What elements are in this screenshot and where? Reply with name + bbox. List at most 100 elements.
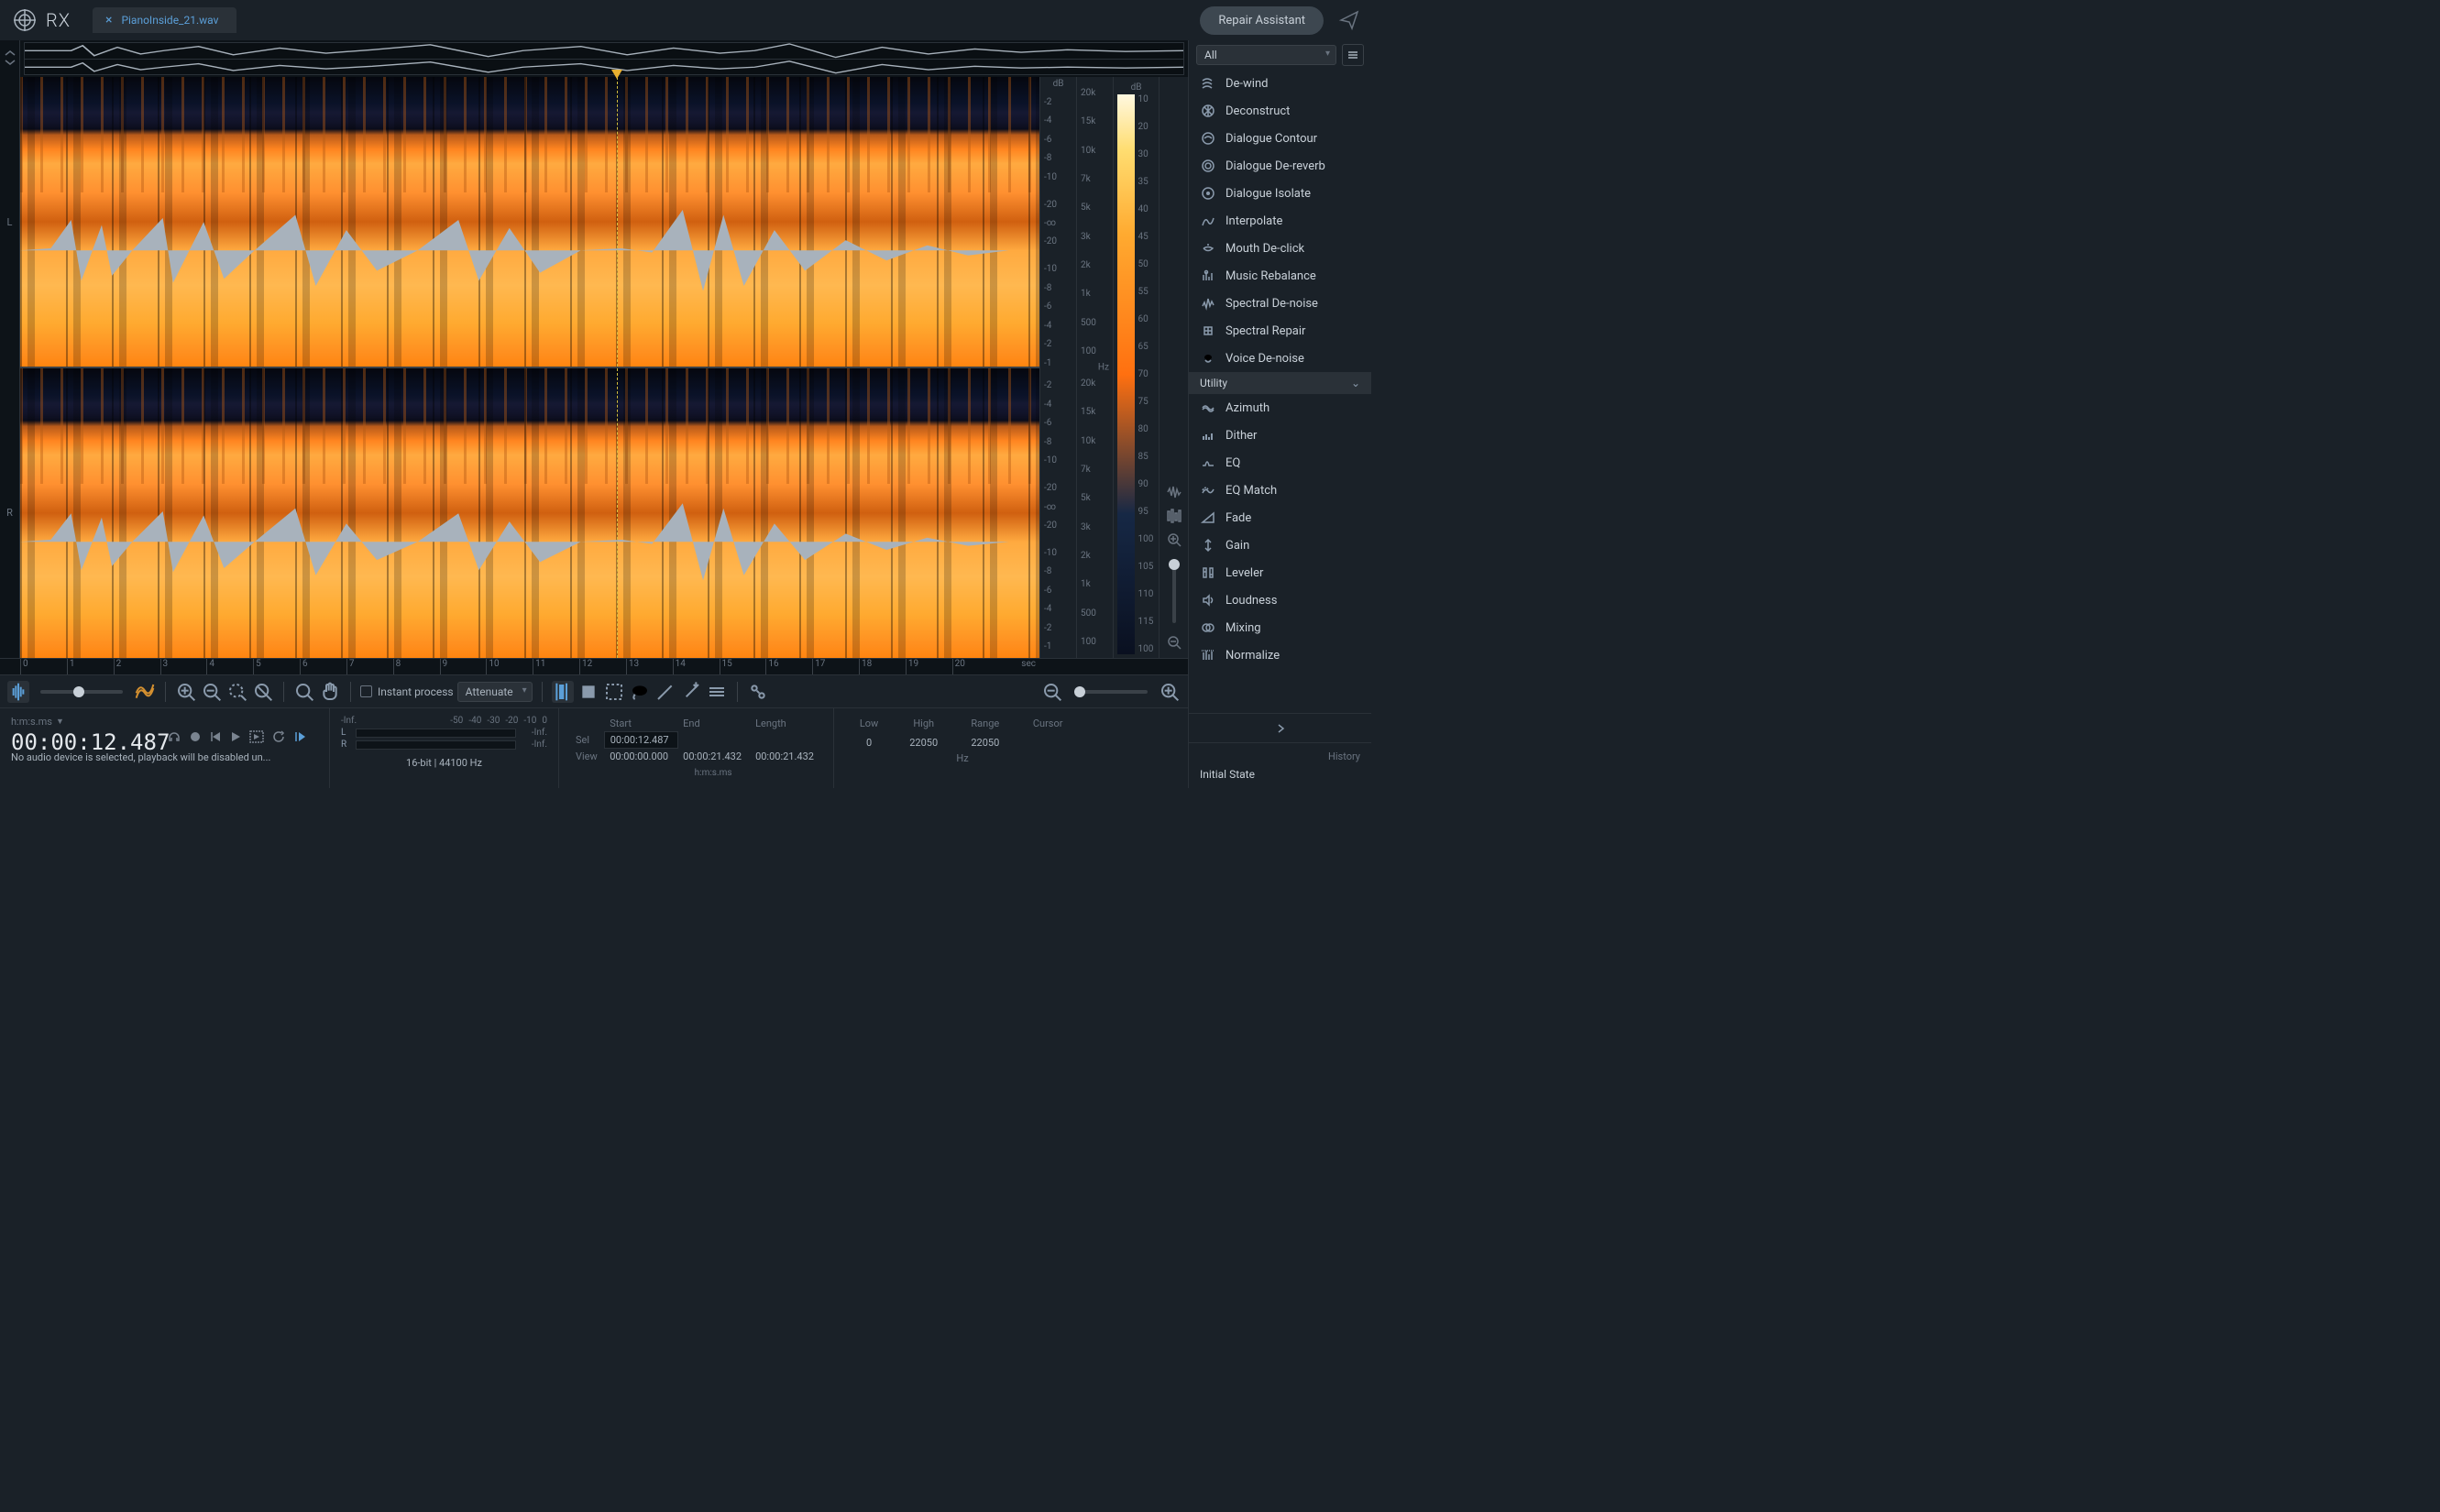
spectrogram-opacity-icon[interactable] xyxy=(134,681,156,703)
zoom-in-icon[interactable] xyxy=(175,681,197,703)
module-item-interpolate[interactable]: Interpolate xyxy=(1189,207,1371,235)
hz-zoom-out-icon[interactable] xyxy=(1041,681,1063,703)
process-mode-select[interactable]: Attenuate xyxy=(457,682,533,702)
waveform-view-icon[interactable] xyxy=(1166,484,1182,500)
module-filter-select[interactable]: All xyxy=(1196,45,1336,65)
time-format-label[interactable]: h:m:s.ms xyxy=(11,716,52,728)
module-label: Music Rebalance xyxy=(1225,269,1316,283)
module-label: Dialogue Isolate xyxy=(1225,187,1311,201)
gain-icon xyxy=(1200,537,1216,553)
playhead-marker-icon[interactable] xyxy=(611,70,622,79)
time-selection-tool-icon[interactable] xyxy=(552,681,574,703)
module-item-eq[interactable]: EQ xyxy=(1189,449,1371,477)
module-item-music-rebalance[interactable]: Music Rebalance xyxy=(1189,262,1371,290)
module-item-mixing[interactable]: Mixing xyxy=(1189,614,1371,641)
module-label: EQ Match xyxy=(1225,484,1277,498)
module-item-voice-de-noise[interactable]: Voice De-noise xyxy=(1189,345,1371,372)
module-item-azimuth[interactable]: Azimuth xyxy=(1189,394,1371,422)
module-item-de-wind[interactable]: De-wind xyxy=(1189,70,1371,97)
voice-denoise-icon xyxy=(1200,350,1216,367)
deconstruct-icon xyxy=(1200,103,1216,119)
rect-selection-tool-icon[interactable] xyxy=(577,681,599,703)
module-item-dialogue-contour[interactable]: Dialogue Contour xyxy=(1189,125,1371,152)
minimap-overview[interactable] xyxy=(24,42,1184,75)
dewind-icon xyxy=(1200,75,1216,92)
module-item-normalize[interactable]: Normalize xyxy=(1189,641,1371,669)
loop-button[interactable] xyxy=(271,729,286,744)
module-menu-button[interactable] xyxy=(1342,44,1364,66)
vertical-zoom-slider[interactable] xyxy=(1172,559,1176,623)
dereverb-icon xyxy=(1200,158,1216,174)
module-label: De-wind xyxy=(1225,77,1268,91)
module-item-loudness[interactable]: Loudness xyxy=(1189,586,1371,614)
return-playhead-button[interactable] xyxy=(293,730,306,743)
module-item-dialogue-isolate[interactable]: Dialogue Isolate xyxy=(1189,180,1371,207)
module-label: EQ xyxy=(1225,456,1240,470)
spectral-denoise-icon xyxy=(1200,295,1216,312)
zoom-in-vertical-icon[interactable] xyxy=(1166,531,1182,548)
module-item-eq-match[interactable]: EQ Match xyxy=(1189,477,1371,504)
eqmatch-icon xyxy=(1200,482,1216,499)
waveform-opacity-icon[interactable] xyxy=(7,681,29,703)
close-tab-icon[interactable]: × xyxy=(105,13,112,27)
module-label: Spectral Repair xyxy=(1225,324,1305,338)
wand-tool-icon[interactable] xyxy=(680,681,702,703)
time-freq-selection-tool-icon[interactable] xyxy=(603,681,625,703)
sel-start-field[interactable]: 00:00:12.487 xyxy=(604,732,677,749)
module-item-dither[interactable]: Dither xyxy=(1189,422,1371,449)
azimuth-icon xyxy=(1200,400,1216,416)
module-item-fade[interactable]: Fade xyxy=(1189,504,1371,531)
level-meters: -Inf. -50 -40 -30 -20 -10 0 L-Inf. R-Inf… xyxy=(330,708,559,788)
module-label: Deconstruct xyxy=(1225,104,1290,118)
repair-assistant-button[interactable]: Repair Assistant xyxy=(1200,6,1324,35)
find-similar-icon[interactable] xyxy=(747,681,769,703)
play-button[interactable] xyxy=(229,730,242,743)
main-toolbar: Instant process Attenuate xyxy=(0,674,1188,707)
hz-zoom-in-icon[interactable] xyxy=(1159,681,1181,703)
module-item-spectral-de-noise[interactable]: Spectral De-noise xyxy=(1189,290,1371,317)
zoom-selection-icon[interactable] xyxy=(226,681,248,703)
hand-tool-icon[interactable] xyxy=(319,681,341,703)
module-item-dialogue-de-reverb[interactable]: Dialogue De-reverb xyxy=(1189,152,1371,180)
rebalance-icon xyxy=(1200,268,1216,284)
hz-zoom-slider[interactable] xyxy=(1074,690,1148,694)
module-label: Spectral De-noise xyxy=(1225,297,1318,311)
module-label: Fade xyxy=(1225,511,1251,525)
module-item-spectral-repair[interactable]: Spectral Repair xyxy=(1189,317,1371,345)
opacity-slider[interactable] xyxy=(40,690,123,694)
utility-section-header[interactable]: Utility xyxy=(1189,372,1371,394)
module-label: Loudness xyxy=(1225,594,1277,608)
play-selection-button[interactable] xyxy=(249,730,264,743)
brush-tool-icon[interactable] xyxy=(654,681,676,703)
spectrogram-view-icon[interactable] xyxy=(1166,508,1182,524)
sidebar-collapse-button[interactable] xyxy=(1189,713,1371,742)
spectrogram-display[interactable]: L R xyxy=(0,77,1188,658)
module-label: Interpolate xyxy=(1225,214,1282,228)
spectral-repair-icon xyxy=(1200,323,1216,339)
instant-process-checkbox[interactable]: Instant process xyxy=(360,685,454,698)
isolate-icon xyxy=(1200,185,1216,202)
file-tab[interactable]: × PianoInside_21.wav xyxy=(93,7,236,33)
minimap-collapse-button[interactable] xyxy=(0,40,20,77)
fade-icon xyxy=(1200,509,1216,526)
zoom-fit-icon[interactable] xyxy=(252,681,274,703)
module-item-deconstruct[interactable]: Deconstruct xyxy=(1189,97,1371,125)
harmonic-select-icon[interactable] xyxy=(706,681,728,703)
mixing-icon xyxy=(1200,619,1216,636)
history-item[interactable]: Initial State xyxy=(1200,768,1360,781)
send-icon[interactable] xyxy=(1338,9,1360,31)
headphone-monitor-icon[interactable] xyxy=(167,729,181,744)
zoom-out-vertical-icon[interactable] xyxy=(1166,634,1182,651)
contour-icon xyxy=(1200,130,1216,147)
history-header: History xyxy=(1200,751,1360,762)
module-item-mouth-de-click[interactable]: Mouth De-click xyxy=(1189,235,1371,262)
record-button[interactable] xyxy=(189,730,202,743)
module-item-gain[interactable]: Gain xyxy=(1189,531,1371,559)
zoom-tool-icon[interactable] xyxy=(293,681,315,703)
zoom-out-icon[interactable] xyxy=(201,681,223,703)
lasso-tool-icon[interactable] xyxy=(629,681,651,703)
module-item-leveler[interactable]: Leveler xyxy=(1189,559,1371,586)
spectrogram-color-ruler: dB 1020303540455055606570758085909510010… xyxy=(1113,77,1159,658)
rewind-button[interactable] xyxy=(209,730,222,743)
status-message: No audio device is selected, playback wi… xyxy=(11,751,318,763)
